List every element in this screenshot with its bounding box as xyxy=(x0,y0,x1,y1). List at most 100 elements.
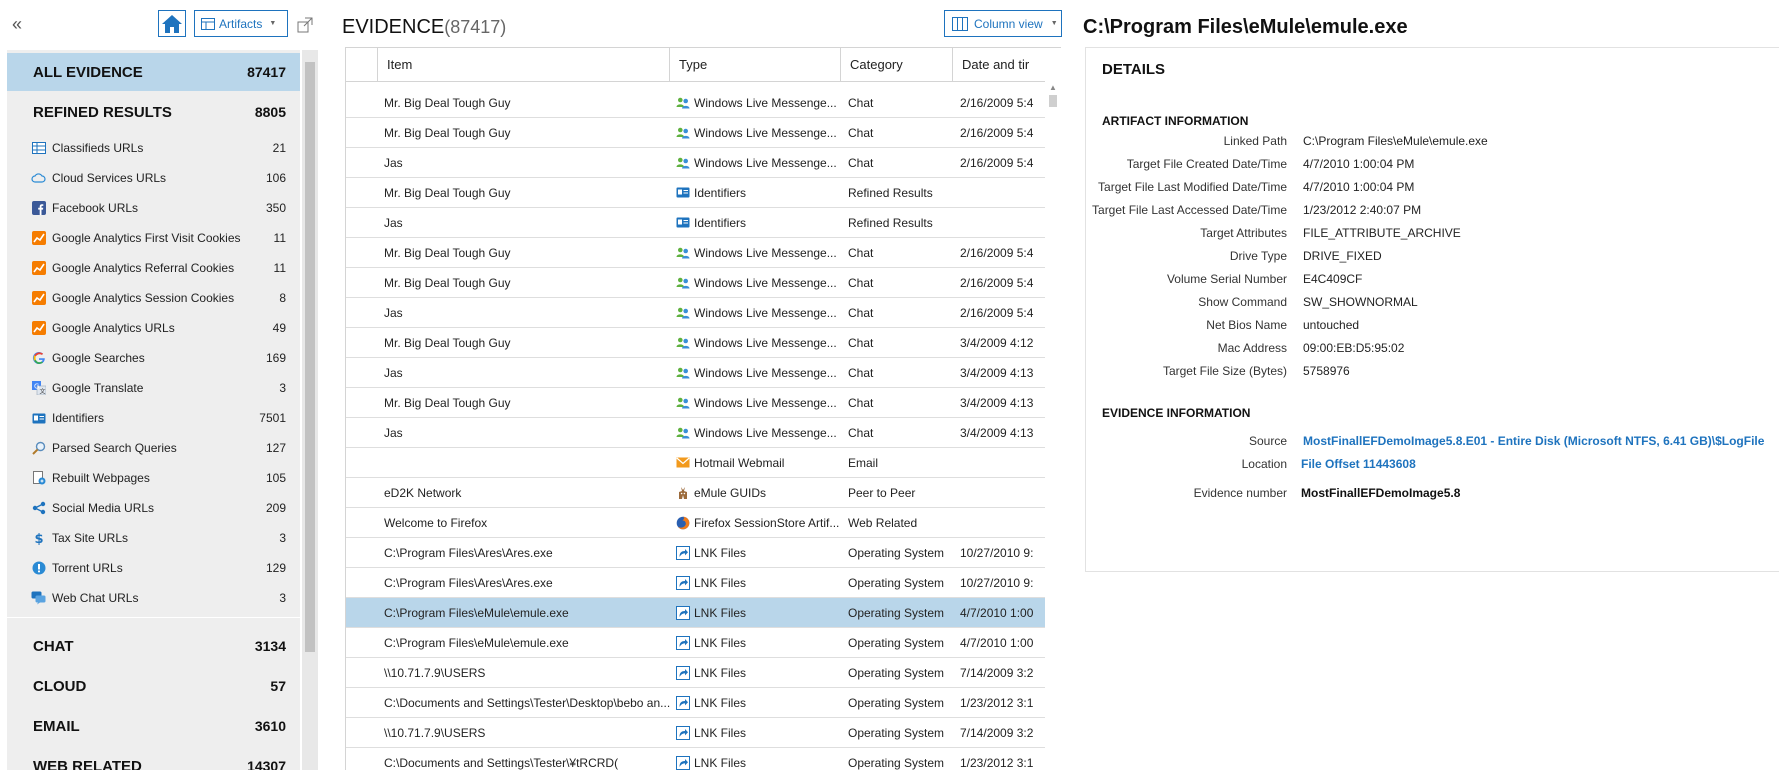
cell-date: 10/27/2010 9: xyxy=(960,545,1034,560)
sidebar-item-google-analytics-session-cookies[interactable]: Google Analytics Session Cookies 8 xyxy=(7,283,300,313)
table-row[interactable]: Hotmail Webmail Email xyxy=(346,448,1045,478)
cell-category: Chat xyxy=(848,275,874,290)
sidebar-item-count: 21 xyxy=(272,141,286,155)
table-row[interactable]: Jas Windows Live Messenge... Chat 2/16/2009… xyxy=(346,148,1045,178)
sidebar-item-google-analytics-first-visit-cookies[interactable]: Google Analytics First Visit Cookies 11 xyxy=(7,223,300,253)
table-row[interactable]: Jas Windows Live Messenge... Chat 3/4/2009 … xyxy=(346,358,1045,388)
cell-type: eMule GUIDs xyxy=(670,486,841,500)
table-row[interactable]: Mr. Big Deal Tough Guy Windows Live Messe… xyxy=(346,388,1045,418)
cell-item: \\10.71.7.9\USERS xyxy=(384,665,486,680)
sidebar-scrollbar[interactable] xyxy=(302,50,318,770)
cell-type: Identifiers xyxy=(670,186,841,200)
collapse-panel-icon[interactable]: « xyxy=(12,14,28,34)
details-heading: DETAILS xyxy=(1102,61,1166,78)
category-refined-results[interactable]: REFINED RESULTS 8805 xyxy=(7,91,300,133)
table-row-selected[interactable]: C:\Program Files\eMule\emule.exe LNK File… xyxy=(346,598,1045,628)
table-row[interactable]: Jas Windows Live Messenge... Chat 3/4/2009 … xyxy=(346,418,1045,448)
grid-scrollbar[interactable]: ▲ xyxy=(1045,81,1061,770)
messenger-icon xyxy=(676,306,690,320)
sidebar-item-classifieds-urls[interactable]: Classifieds URLs 21 xyxy=(7,133,300,163)
refined-results-items: Classifieds URLs 21 Cloud Services URLs 106… xyxy=(7,133,300,613)
sidebar-item-rebuilt-webpages[interactable]: Rebuilt Webpages 105 xyxy=(7,463,300,493)
scrollbar-thumb[interactable] xyxy=(1049,95,1057,107)
table-row[interactable]: Jas Windows Live Messenge... Chat 2/16/2009… xyxy=(346,298,1045,328)
sidebar-item-google-translate[interactable]: G 文 Google Translate 3 xyxy=(7,373,300,403)
scrollbar-thumb[interactable] xyxy=(305,62,315,652)
sidebar-item-tax-site-urls[interactable]: $ Tax Site URLs 3 xyxy=(7,523,300,553)
category-web-related[interactable]: WEB RELATED 14307 xyxy=(7,746,300,770)
evidence-count: (87417) xyxy=(444,17,507,37)
sidebar-item-cloud-services-urls[interactable]: Cloud Services URLs 106 xyxy=(7,163,300,193)
shortcut-icon xyxy=(676,605,690,620)
field-key: Volume Serial Number xyxy=(1166,272,1287,286)
table-row[interactable]: Jas Identifiers Refined Results xyxy=(346,208,1045,238)
table-row[interactable]: Mr. Big Deal Tough Guy Windows Live Messe… xyxy=(346,118,1045,148)
cell-type: Windows Live Messenge... xyxy=(670,336,841,350)
category-cloud[interactable]: CLOUD 57 xyxy=(7,666,300,706)
shortcut-icon xyxy=(676,635,690,650)
category-all-evidence[interactable]: ALL EVIDENCE 87417 xyxy=(7,53,300,91)
column-header-date[interactable]: Date and tir xyxy=(953,48,1061,82)
cell-type-text: LNK Files xyxy=(694,545,747,560)
location-link[interactable]: File Offset 11443608 xyxy=(1301,457,1416,477)
table-row[interactable]: eD2K Network eMule GUIDs Peer to Peer xyxy=(346,478,1045,508)
table-row[interactable]: C:\Documents and Settings\Tester\Desktop… xyxy=(346,688,1045,718)
table-row[interactable]: C:\Documents and Settings\Tester\¥tRCRD(… xyxy=(346,748,1045,770)
table-row[interactable]: C:\Program Files\Ares\Ares.exe LNK Files O… xyxy=(346,568,1045,598)
table-row[interactable]: Mr. Big Deal Tough Guy Windows Live Messe… xyxy=(346,88,1045,118)
sidebar-item-parsed-search-queries[interactable]: Parsed Search Queries 127 xyxy=(7,433,300,463)
cell-category: Chat xyxy=(848,95,874,110)
artifacts-dropdown[interactable]: Artifacts ▼ xyxy=(194,10,288,37)
cell-type-text: eMule GUIDs xyxy=(694,485,767,500)
table-row[interactable]: \\10.71.7.9\USERS LNK Files Operating Syst… xyxy=(346,718,1045,748)
table-row[interactable]: Mr. Big Deal Tough Guy Windows Live Messe… xyxy=(346,238,1045,268)
column-header-item[interactable]: Item xyxy=(378,48,670,82)
sidebar-item-label: Google Analytics Session Cookies xyxy=(52,291,235,305)
scroll-up-icon[interactable]: ▲ xyxy=(1049,83,1057,92)
sidebar-item-count: 129 xyxy=(265,561,286,575)
cell-item: \\10.71.7.9\USERS xyxy=(384,725,486,740)
column-view-dropdown[interactable]: Column view ▼ xyxy=(944,10,1062,37)
cell-type: LNK Files xyxy=(670,725,841,740)
sidebar-item-facebook-urls[interactable]: Facebook URLs 350 xyxy=(7,193,300,223)
sidebar-item-count: 350 xyxy=(265,201,286,215)
table-row[interactable]: \\10.71.7.9\USERS LNK Files Operating Syst… xyxy=(346,658,1045,688)
field-key: Linked Path xyxy=(1223,134,1287,148)
shortcut-icon xyxy=(676,755,690,770)
source-link[interactable]: MostFinallEFDemoImage5.8.E01 - Entire Di… xyxy=(1303,434,1764,454)
sidebar-item-web-chat-urls[interactable]: Web Chat URLs 3 xyxy=(7,583,300,613)
sidebar-item-google-analytics-referral-cookies[interactable]: Google Analytics Referral Cookies 11 xyxy=(7,253,300,283)
home-button[interactable] xyxy=(158,10,186,37)
chat-bubble-icon xyxy=(31,591,46,606)
sidebar-item-social-media-urls[interactable]: Social Media URLs 209 xyxy=(7,493,300,523)
sidebar-item-label: Google Translate xyxy=(52,381,144,395)
column-header-checkbox[interactable] xyxy=(346,48,378,82)
popout-button[interactable] xyxy=(297,17,313,33)
table-row[interactable]: C:\Program Files\Ares\Ares.exe LNK Files O… xyxy=(346,538,1045,568)
sidebar-item-google-searches[interactable]: Google Searches 169 xyxy=(7,343,300,373)
table-row[interactable]: C:\Program Files\eMule\emule.exe LNK File… xyxy=(346,628,1045,658)
table-row[interactable]: Mr. Big Deal Tough Guy Windows Live Messe… xyxy=(346,268,1045,298)
sidebar-item-identifiers[interactable]: Identifiers 7501 xyxy=(7,403,300,433)
column-header-type[interactable]: Type xyxy=(670,48,841,82)
table-row[interactable]: Welcome to Firefox Firefox SessionStore A… xyxy=(346,508,1045,538)
field-key: Net Bios Name xyxy=(1206,318,1287,332)
cell-category: Operating System xyxy=(848,635,945,650)
sidebar-item-count: 169 xyxy=(265,351,286,365)
column-header-category[interactable]: Category xyxy=(841,48,953,82)
category-chat[interactable]: CHAT 3134 xyxy=(7,626,300,666)
cell-date: 4/7/2010 1:00 xyxy=(960,605,1034,620)
cell-item: Jas xyxy=(384,305,403,320)
cell-date: 3/4/2009 4:12 xyxy=(960,335,1034,350)
sidebar-item-count: 105 xyxy=(265,471,286,485)
messenger-icon xyxy=(676,366,690,380)
cell-type: LNK Files xyxy=(670,695,841,710)
sidebar-item-torrent-urls[interactable]: Torrent URLs 129 xyxy=(7,553,300,583)
analytics-icon xyxy=(31,261,46,276)
category-email[interactable]: EMAIL 3610 xyxy=(7,706,300,746)
field-value: 4/7/2010 1:00:04 PM xyxy=(1303,180,1415,194)
table-row[interactable]: Mr. Big Deal Tough Guy Identifiers Refined… xyxy=(346,178,1045,208)
sidebar-item-google-analytics-urls[interactable]: Google Analytics URLs 49 xyxy=(7,313,300,343)
table-row[interactable]: Mr. Big Deal Tough Guy Windows Live Messe… xyxy=(346,328,1045,358)
field-key: Evidence number xyxy=(1193,486,1287,500)
